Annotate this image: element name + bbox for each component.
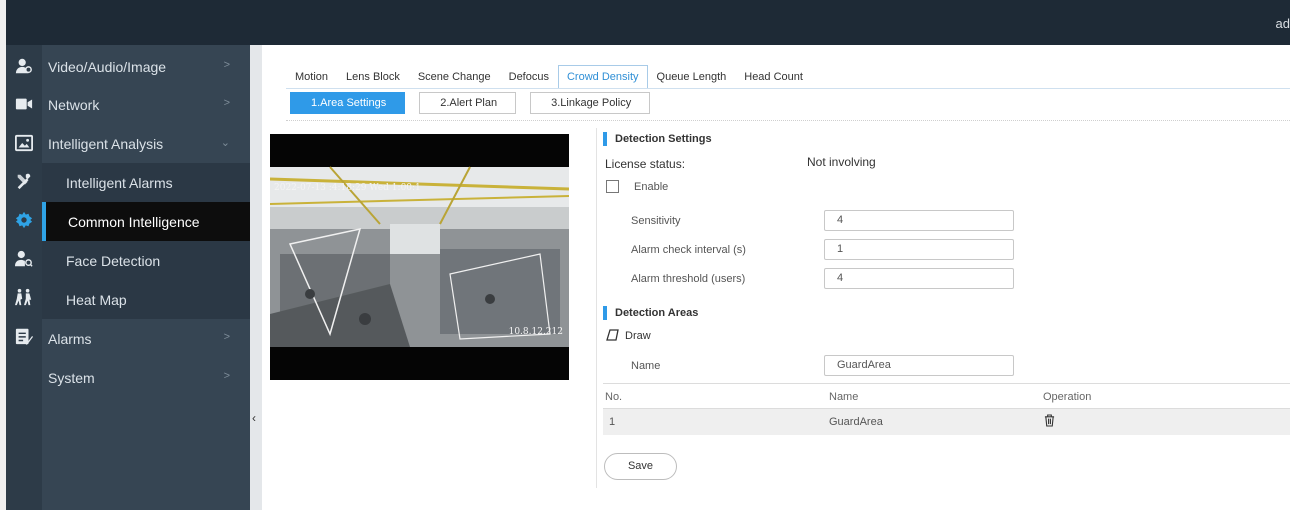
chevron-right-icon: >	[223, 370, 230, 382]
table-header: No. Name Operation	[603, 383, 1290, 409]
step-linkage-policy[interactable]: 3.Linkage Policy	[530, 92, 651, 114]
row-number: 1	[609, 416, 616, 428]
sidebar-item-label: Network	[48, 96, 100, 113]
step-area-settings[interactable]: 1.Area Settings	[290, 92, 406, 114]
sidebar-item-label: Alarms	[48, 330, 92, 347]
sidebar-item-intelligent-analysis[interactable]: Intelligent Analysis ⌄	[42, 124, 250, 163]
tab-queue-length[interactable]: Queue Length	[648, 65, 736, 89]
chevron-right-icon: >	[223, 331, 230, 343]
gear-icon[interactable]	[6, 208, 42, 232]
license-status-value: Not involving	[807, 155, 876, 169]
area-name-label: Name	[631, 360, 661, 372]
video-preview[interactable]: 2022-07-13 :4:18:29 Wed 1:00:1 10.8.12.2…	[270, 134, 569, 380]
app-window: ad Video/Audio/Image > Network > Intelli…	[0, 0, 1290, 510]
sidebar-item-label: System	[48, 369, 95, 386]
tab-motion[interactable]: Motion	[286, 65, 337, 89]
sidebar-item-network[interactable]: Network >	[42, 85, 250, 124]
user-settings-icon[interactable]	[6, 54, 42, 78]
draw-label[interactable]: Draw	[625, 330, 651, 342]
user-name[interactable]: ad	[1276, 16, 1290, 31]
icon-bar	[6, 45, 42, 510]
top-bar: ad	[6, 0, 1290, 45]
license-status-label: License status:	[605, 157, 686, 171]
tab-crowd-density[interactable]: Crowd Density	[557, 65, 648, 89]
chevron-down-icon: ⌄	[220, 137, 230, 149]
sidebar-item-intelligent-alarms[interactable]: Intelligent Alarms	[42, 163, 250, 202]
image-icon[interactable]	[6, 131, 42, 155]
area-name-input[interactable]: GuardArea	[824, 355, 1014, 376]
tab-lens-block[interactable]: Lens Block	[337, 65, 409, 89]
function-tabs: Motion Lens Block Scene Change Defocus C…	[286, 63, 812, 89]
sidebar-item-label: Heat Map	[66, 291, 127, 308]
sidebar-collapse-handle[interactable]: ‹	[250, 45, 262, 510]
sidebar-item-label: Face Detection	[66, 252, 161, 269]
column-header-operation: Operation	[1043, 391, 1092, 403]
enable-label: Enable	[634, 181, 669, 193]
save-button[interactable]: Save	[604, 453, 677, 480]
sidebar-item-heat-map[interactable]: Heat Map	[42, 280, 250, 319]
chevron-right-icon: >	[223, 59, 230, 71]
tools-icon[interactable]	[6, 169, 42, 193]
sidebar-item-label: Intelligent Alarms	[66, 174, 173, 191]
checklist-icon[interactable]	[6, 324, 42, 348]
sidebar-item-label: Common Intelligence	[68, 213, 200, 230]
panel-divider	[596, 128, 597, 488]
tab-defocus[interactable]: Defocus	[500, 65, 558, 89]
alarm-threshold-input[interactable]: 4	[824, 268, 1014, 289]
alarm-check-interval-input[interactable]: 1	[824, 239, 1014, 260]
tab-scene-change[interactable]: Scene Change	[409, 65, 500, 89]
step-alert-plan[interactable]: 2.Alert Plan	[419, 92, 517, 114]
table-row: 1 GuardArea	[603, 409, 1290, 435]
sidebar: Video/Audio/Image > Network > Intelligen…	[42, 45, 250, 510]
sensitivity-input[interactable]: 4	[824, 210, 1014, 231]
video-camera-icon[interactable]	[6, 92, 42, 116]
column-header-name: Name	[829, 391, 859, 403]
sidebar-item-face-detection[interactable]: Face Detection	[42, 241, 250, 280]
sidebar-item-alarms[interactable]: Alarms >	[42, 319, 250, 358]
detection-settings-title: Detection Settings	[603, 132, 712, 146]
sidebar-item-label: Intelligent Analysis	[48, 135, 164, 152]
trash-icon[interactable]	[1044, 414, 1055, 430]
tab-underline	[286, 88, 1290, 89]
enable-checkbox[interactable]	[606, 180, 619, 193]
sidebar-item-label: Video/Audio/Image	[48, 58, 167, 75]
main-content: Motion Lens Block Scene Change Defocus C…	[262, 45, 1290, 510]
video-ip-overlay: 10.8.12.212	[508, 327, 563, 337]
people-walking-icon[interactable]	[6, 285, 42, 309]
sensitivity-label: Sensitivity	[631, 215, 681, 227]
step-wizard: 1.Area Settings 2.Alert Plan 3.Linkage P…	[290, 92, 664, 116]
detection-areas-table: No. Name Operation 1 GuardArea	[603, 383, 1290, 435]
chevron-left-icon[interactable]: ‹	[252, 411, 256, 425]
column-header-no: No.	[605, 391, 623, 403]
tab-head-count[interactable]: Head Count	[735, 65, 812, 89]
row-area-name: GuardArea	[829, 416, 883, 428]
steps-divider	[286, 120, 1290, 121]
sidebar-item-common-intelligence[interactable]: Common Intelligence	[42, 202, 250, 241]
sidebar-item-system[interactable]: System >	[42, 358, 250, 397]
person-search-icon[interactable]	[6, 247, 42, 271]
sidebar-item-video-audio-image[interactable]: Video/Audio/Image >	[42, 47, 250, 86]
detection-areas-title: Detection Areas	[603, 306, 698, 320]
alarm-check-interval-label: Alarm check interval (s)	[631, 244, 746, 256]
draw-icon[interactable]	[606, 328, 620, 342]
chevron-right-icon: >	[223, 97, 230, 109]
video-timestamp: 2022-07-13 :4:18:29 Wed 1:00:1	[274, 183, 421, 193]
alarm-threshold-label: Alarm threshold (users)	[631, 273, 746, 285]
office-camera-frame	[270, 134, 569, 380]
